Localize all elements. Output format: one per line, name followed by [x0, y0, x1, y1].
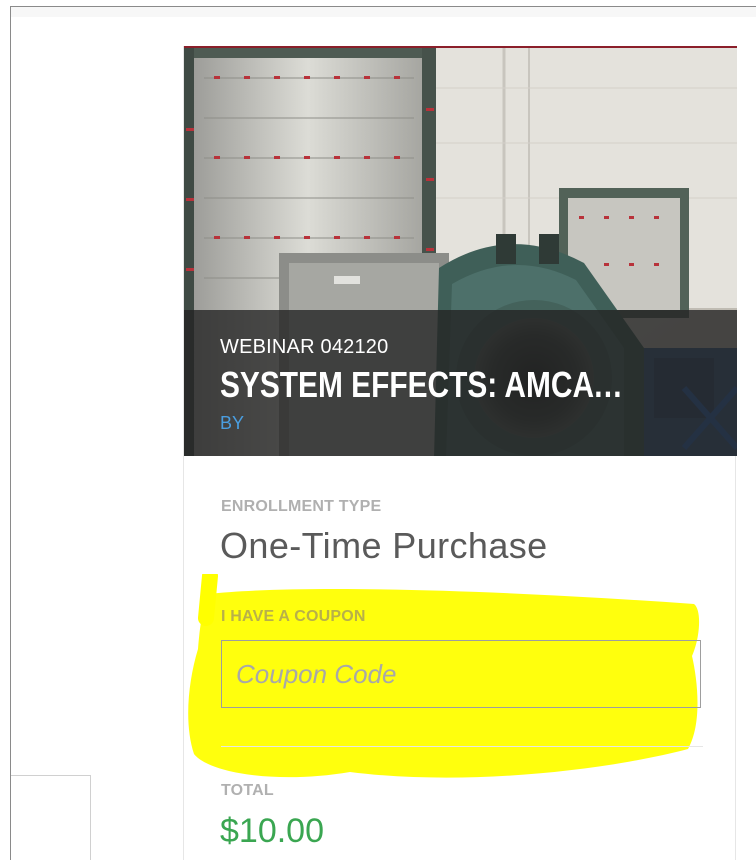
total-label: TOTAL — [221, 782, 274, 799]
coupon-code-input[interactable] — [221, 640, 701, 708]
section-divider — [221, 746, 703, 747]
page-top-band — [11, 7, 756, 17]
product-hero[interactable]: WEBINAR 042120 SYSTEM EFFECTS: AMCA PUBL… — [184, 46, 737, 456]
product-card: WEBINAR 042120 SYSTEM EFFECTS: AMCA PUBL… — [183, 46, 737, 860]
product-title[interactable]: SYSTEM EFFECTS: AMCA PUBLICATION 201 — [220, 364, 627, 406]
enrollment-type-label: ENROLLMENT TYPE — [221, 498, 382, 515]
total-amount: $10.00 — [220, 812, 324, 850]
enrollment-type-value: One-Time Purchase — [220, 525, 548, 566]
left-sidebar-panel — [11, 775, 91, 860]
coupon-label: I HAVE A COUPON — [221, 608, 366, 625]
product-code: WEBINAR 042120 — [220, 336, 389, 358]
author-link[interactable]: BY — [220, 412, 244, 434]
